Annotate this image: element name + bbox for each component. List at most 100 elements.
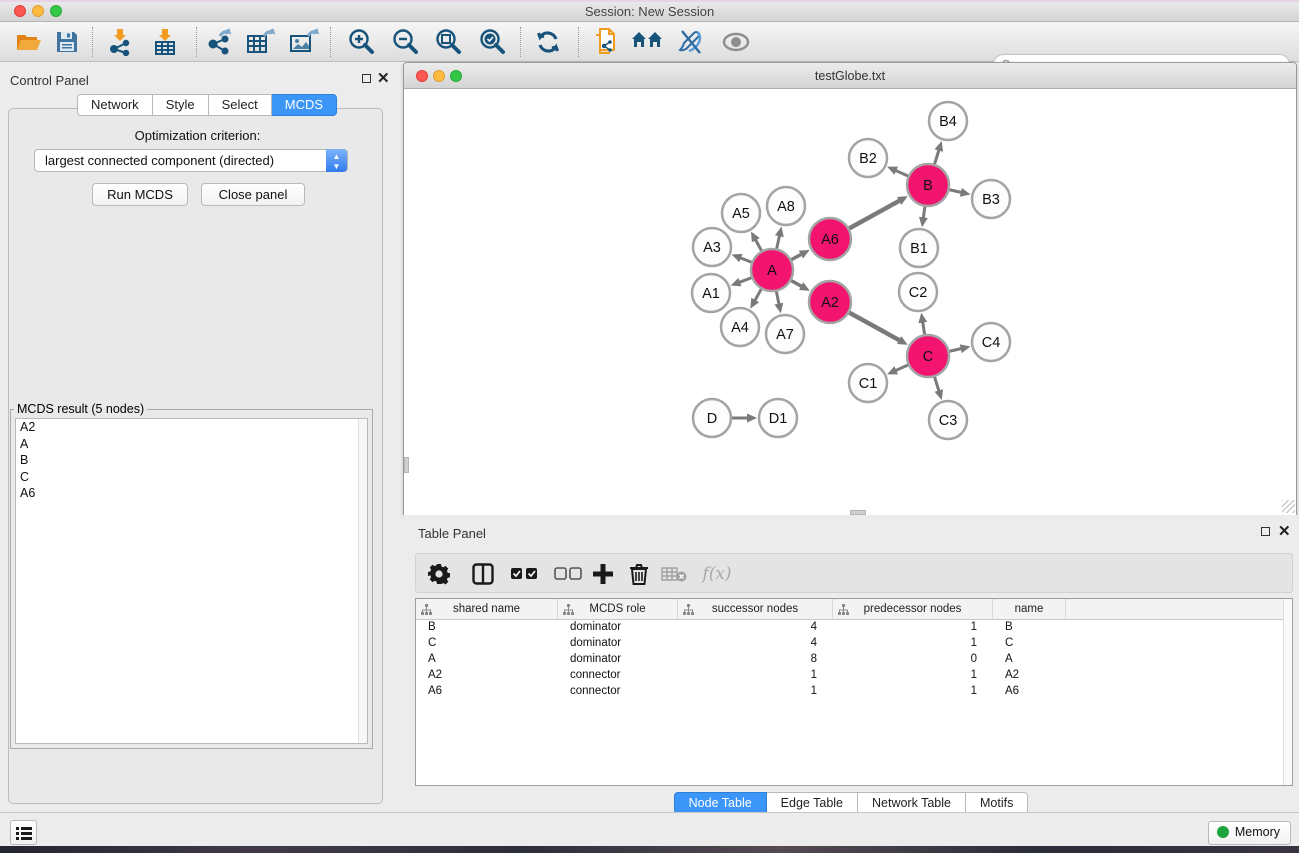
node-B[interactable]: B xyxy=(907,164,949,206)
cell-mcds_role[interactable]: connector xyxy=(558,684,678,700)
first-network-icon[interactable] xyxy=(588,26,622,58)
node-A3[interactable]: A3 xyxy=(693,228,731,266)
edge-C-C4[interactable] xyxy=(949,349,961,352)
column-header-successor-nodes[interactable]: successor nodes xyxy=(678,599,833,619)
cell-predecessor[interactable]: 1 xyxy=(833,684,993,700)
cell-mcds_role[interactable]: dominator xyxy=(558,636,678,652)
import-table-icon[interactable] xyxy=(148,26,182,58)
column-header-MCDS-role[interactable]: MCDS role xyxy=(558,599,678,619)
refresh-icon[interactable] xyxy=(531,26,565,58)
network-resize-grip[interactable] xyxy=(1282,500,1295,513)
node-C3[interactable]: C3 xyxy=(929,401,967,439)
select-all-icon[interactable] xyxy=(509,559,539,589)
column-header-shared-name[interactable]: shared name xyxy=(416,599,558,619)
edge-A-A3[interactable] xyxy=(740,258,751,262)
table-float-panel-icon[interactable] xyxy=(1261,527,1270,536)
node-A4[interactable]: A4 xyxy=(721,308,759,346)
cell-name[interactable]: C xyxy=(993,636,1066,652)
cell-predecessor[interactable]: 1 xyxy=(833,668,993,684)
cell-successor[interactable]: 4 xyxy=(678,636,833,652)
edge-A-A5[interactable] xyxy=(755,239,761,250)
run-mcds-button[interactable]: Run MCDS xyxy=(92,183,188,206)
cell-predecessor[interactable]: 0 xyxy=(833,652,993,668)
node-A5[interactable]: A5 xyxy=(722,194,760,232)
delete-icon[interactable] xyxy=(624,559,654,589)
zoom-fit-icon[interactable] xyxy=(431,26,465,58)
hide-graphics-icon[interactable] xyxy=(673,26,707,58)
tab-select[interactable]: Select xyxy=(209,94,272,116)
deselect-all-icon[interactable] xyxy=(553,559,583,589)
node-A2[interactable]: A2 xyxy=(809,281,851,323)
cell-successor[interactable]: 4 xyxy=(678,620,833,636)
home-icon[interactable] xyxy=(630,26,664,58)
gear-icon[interactable] xyxy=(424,559,454,589)
column-header-predecessor-nodes[interactable]: predecessor nodes xyxy=(833,599,993,619)
edge-A-A8[interactable] xyxy=(777,235,780,248)
import-network-icon[interactable] xyxy=(103,26,137,58)
tab-edge-table[interactable]: Edge Table xyxy=(767,792,858,814)
edge-A2-C[interactable] xyxy=(849,313,900,341)
table-row[interactable]: Cdominator41C xyxy=(416,636,1292,652)
node-B4[interactable]: B4 xyxy=(929,102,967,140)
cell-shared_name[interactable]: A6 xyxy=(416,684,558,700)
node-D1[interactable]: D1 xyxy=(759,399,797,437)
cell-name[interactable]: A xyxy=(993,652,1066,668)
node-A[interactable]: A xyxy=(751,249,793,291)
node-A8[interactable]: A8 xyxy=(767,187,805,225)
edge-A-A1[interactable] xyxy=(739,278,751,283)
edge-A-A2[interactable] xyxy=(791,281,802,287)
save-icon[interactable] xyxy=(50,26,84,58)
cell-successor[interactable]: 8 xyxy=(678,652,833,668)
zoom-out-icon[interactable] xyxy=(388,26,422,58)
node-B3[interactable]: B3 xyxy=(972,180,1010,218)
mcds-result-item[interactable]: C xyxy=(16,469,367,486)
table-row[interactable]: Bdominator41B xyxy=(416,620,1292,636)
optimization-criterion-dropdown[interactable]: largest connected component (directed) ▲… xyxy=(34,149,348,172)
mcds-result-item[interactable]: A6 xyxy=(16,485,367,502)
mcds-result-item[interactable]: B xyxy=(16,452,367,469)
node-A7[interactable]: A7 xyxy=(766,315,804,353)
edge-B-B2[interactable] xyxy=(895,170,908,176)
tab-motifs[interactable]: Motifs xyxy=(966,792,1028,814)
edge-B-B4[interactable] xyxy=(935,150,939,164)
mcds-list-scrollbar[interactable] xyxy=(358,419,367,743)
node-C[interactable]: C xyxy=(907,335,949,377)
cell-shared_name[interactable]: C xyxy=(416,636,558,652)
float-panel-icon[interactable] xyxy=(362,74,371,83)
delete-table-icon[interactable] xyxy=(659,559,689,589)
table-row[interactable]: A2connector11A2 xyxy=(416,668,1292,684)
node-A1[interactable]: A1 xyxy=(692,274,730,312)
node-B1[interactable]: B1 xyxy=(900,229,938,267)
tab-network[interactable]: Network xyxy=(77,94,153,116)
cell-shared_name[interactable]: A xyxy=(416,652,558,668)
node-B2[interactable]: B2 xyxy=(849,139,887,177)
cell-name[interactable]: B xyxy=(993,620,1066,636)
export-image-icon[interactable] xyxy=(287,26,321,58)
edge-C-C2[interactable] xyxy=(923,322,925,335)
edge-B-B3[interactable] xyxy=(949,190,961,193)
cell-shared_name[interactable]: B xyxy=(416,620,558,636)
node-C4[interactable]: C4 xyxy=(972,323,1010,361)
export-network-icon[interactable] xyxy=(203,26,237,58)
node-C2[interactable]: C2 xyxy=(899,273,937,311)
table-scrollbar[interactable] xyxy=(1283,599,1292,785)
edge-A-A6[interactable] xyxy=(791,254,801,260)
cell-name[interactable]: A2 xyxy=(993,668,1066,684)
close-panel-button[interactable]: Close panel xyxy=(201,183,305,206)
tab-style[interactable]: Style xyxy=(153,94,209,116)
open-icon[interactable] xyxy=(12,26,46,58)
column-header-name[interactable]: name xyxy=(993,599,1066,619)
memory-button[interactable]: Memory xyxy=(1208,821,1291,845)
node-A6[interactable]: A6 xyxy=(809,218,851,260)
add-icon[interactable] xyxy=(588,559,618,589)
cell-mcds_role[interactable]: dominator xyxy=(558,620,678,636)
node-C1[interactable]: C1 xyxy=(849,364,887,402)
zoom-in-icon[interactable] xyxy=(344,26,378,58)
cell-shared_name[interactable]: A2 xyxy=(416,668,558,684)
network-window-titlebar[interactable]: testGlobe.txt xyxy=(404,63,1296,89)
network-vertical-scrollbar[interactable] xyxy=(404,457,409,473)
mcds-result-item[interactable]: A2 xyxy=(16,419,367,436)
eye-icon[interactable] xyxy=(719,26,753,58)
node-D[interactable]: D xyxy=(693,399,731,437)
export-table-icon[interactable] xyxy=(244,26,278,58)
